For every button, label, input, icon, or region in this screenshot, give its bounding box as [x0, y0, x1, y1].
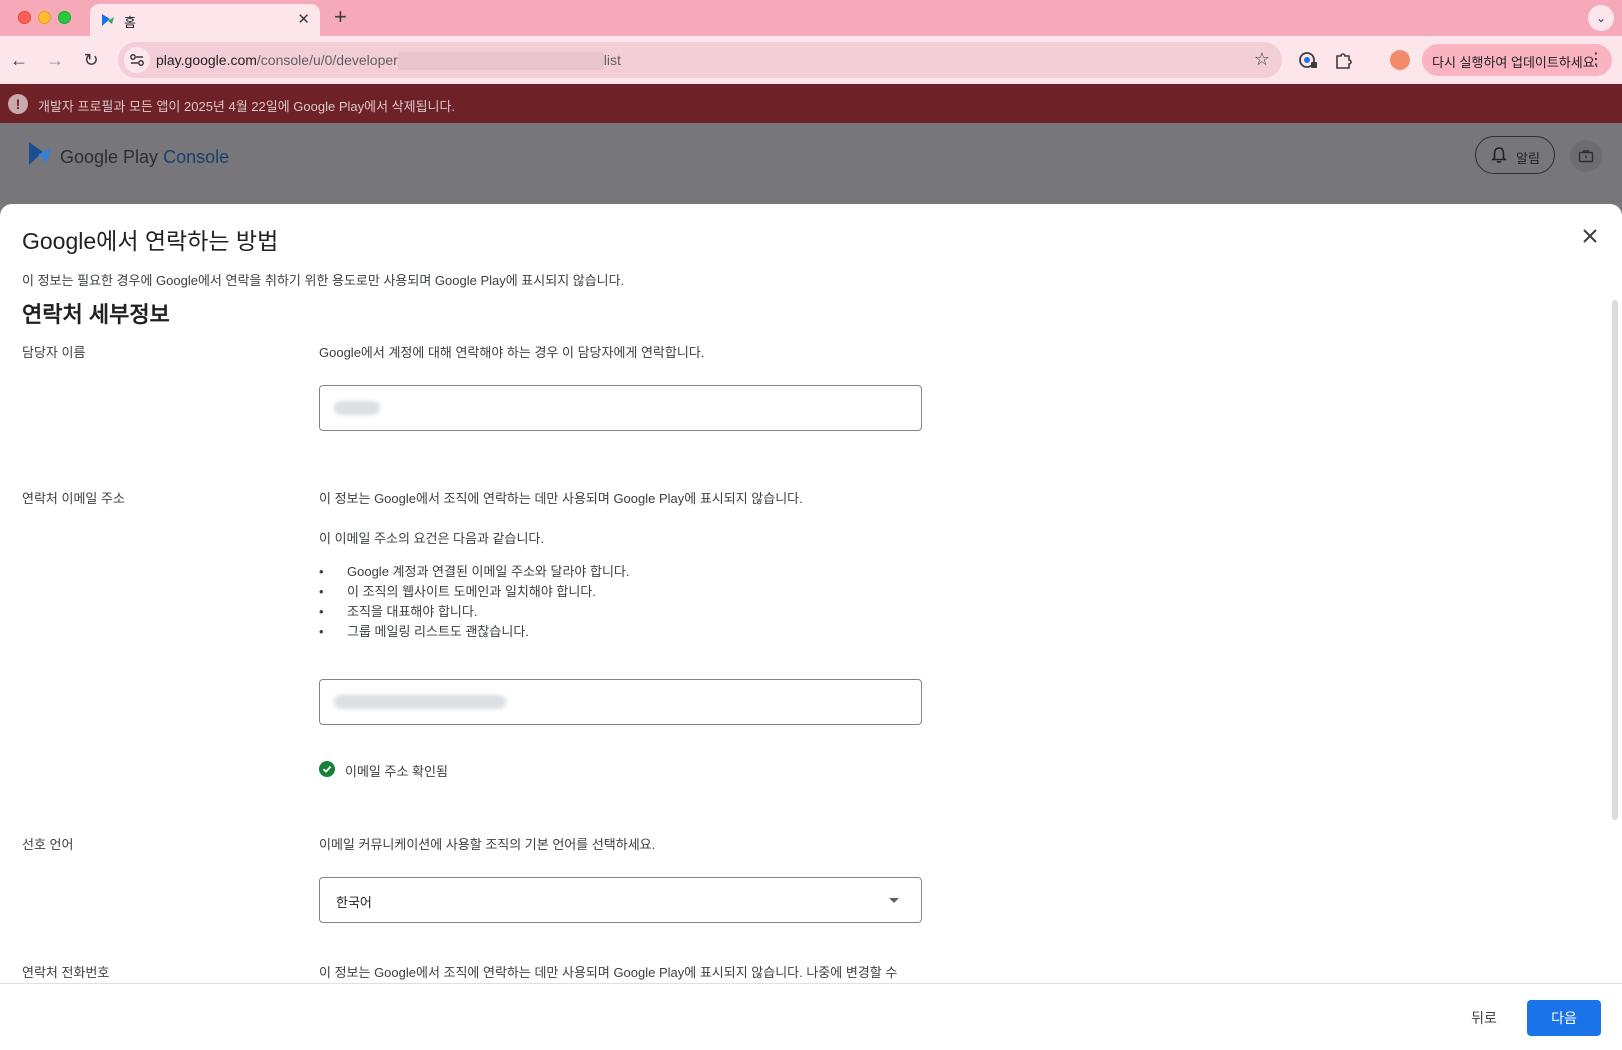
bookmark-star-icon[interactable]: ☆: [1254, 49, 1270, 70]
forward-arrow-icon[interactable]: →: [42, 47, 68, 73]
contact-name-description: Google에서 계정에 대해 연락해야 하는 경우 이 담당자에게 연락합니다…: [319, 345, 705, 360]
url-path-end: list: [603, 52, 621, 68]
redacted-value: [334, 401, 380, 415]
google-play-console-logo-icon: [29, 142, 51, 165]
url-text: play.google.com/console/u/0/developer lis…: [156, 52, 621, 71]
email-requirements-list: Google 계정과 연결된 이메일 주소와 달라야 합니다. 이 조직의 웹사…: [319, 562, 629, 642]
window-minimize-button[interactable]: [38, 11, 51, 24]
contact-email-input[interactable]: [319, 679, 922, 725]
tab-title: 홈: [124, 15, 136, 30]
bell-icon: [1491, 147, 1507, 163]
account-deletion-banner: ! 개발자 프로필과 모든 앱이 2025년 4월 22일에 Google Pl…: [0, 84, 1622, 123]
email-requirements-intro: 이 이메일 주소의 요건은 다음과 같습니다.: [319, 531, 544, 546]
preferred-language-select[interactable]: 한국어: [319, 877, 922, 923]
reload-icon[interactable]: ↻: [78, 47, 104, 73]
redacted-value: [334, 695, 506, 709]
tune-icon: [130, 54, 144, 66]
new-tab-button[interactable]: +: [334, 5, 347, 29]
address-bar[interactable]: play.google.com/console/u/0/developer lis…: [118, 42, 1282, 78]
dialog-subtitle: 이 정보는 필요한 경우에 Google에서 연락을 취하기 위한 용도로만 사…: [22, 273, 625, 288]
window-close-button[interactable]: [18, 11, 31, 24]
notifications-button[interactable]: 알림: [1475, 136, 1555, 174]
url-path-start: /console/u/0/developer: [256, 52, 398, 68]
alert-icon: !: [8, 94, 28, 114]
google-play-console-icon: [102, 14, 114, 26]
contact-email-label: 연락처 이메일 주소: [22, 491, 125, 506]
selected-language: 한국어: [336, 895, 372, 910]
dialog-title: Google에서 연락하는 방법: [22, 228, 279, 254]
contact-phone-label: 연락처 전화번호: [22, 965, 110, 980]
url-host: play.google.com: [156, 52, 257, 68]
console-header: Google Play Console 알림: [0, 123, 1622, 203]
back-button[interactable]: 뒤로: [1458, 1000, 1510, 1036]
extensions-puzzle-icon[interactable]: [1333, 49, 1355, 71]
window-zoom-button[interactable]: [58, 11, 71, 24]
verified-text: 이메일 주소 확인됨: [345, 764, 448, 779]
avatar: [1390, 50, 1410, 70]
dropdown-arrow-icon: [889, 898, 899, 903]
back-arrow-icon[interactable]: ←: [6, 47, 32, 73]
list-item: 조직을 대표해야 합니다.: [319, 602, 629, 622]
list-item: 이 조직의 웹사이트 도메인과 일치해야 합니다.: [319, 582, 629, 602]
section-title: 연락처 세부정보: [22, 302, 170, 327]
preferred-language-description: 이메일 커뮤니케이션에 사용할 조직의 기본 언어를 선택하세요.: [319, 837, 656, 852]
update-chrome-button[interactable]: 다시 실행하여 업데이트하세요. ⋮: [1422, 44, 1612, 76]
profile-avatar-button[interactable]: [1384, 46, 1416, 74]
contact-name-input[interactable]: [319, 385, 922, 431]
browser-tab-home[interactable]: 홈 ✕: [90, 4, 320, 36]
close-icon[interactable]: [1576, 222, 1604, 250]
brand-name: Google Play: [60, 147, 159, 167]
contact-email-description: 이 정보는 Google에서 조직에 연락하는 데만 사용되며 Google P…: [319, 491, 803, 506]
scrollbar[interactable]: [1612, 300, 1618, 820]
update-label: 다시 실행하여 업데이트하세요.: [1432, 55, 1599, 70]
google-play-console-wordmark[interactable]: Google Play Console: [60, 147, 229, 168]
tab-close-icon[interactable]: ✕: [297, 10, 310, 28]
account-switcher-button[interactable]: [1570, 140, 1602, 172]
url-redacted-segment: [397, 52, 604, 71]
check-circle-icon: [319, 761, 335, 777]
banner-text: 개발자 프로필과 모든 앱이 2025년 4월 22일에 Google Play…: [38, 99, 456, 114]
briefcase-icon: [1578, 150, 1594, 163]
next-button[interactable]: 다음: [1527, 1000, 1601, 1036]
dialog-footer: 뒤로 다음: [0, 983, 1622, 1050]
list-item: 그룹 메일링 리스트도 괜찮습니다.: [319, 622, 629, 642]
password-manager-extension-icon[interactable]: [1297, 49, 1319, 71]
notifications-label: 알림: [1516, 151, 1540, 166]
tab-search-button[interactable]: ⌄: [1588, 5, 1614, 31]
contact-phone-description: 이 정보는 Google에서 조직에 연락하는 데만 사용되며 Google P…: [319, 965, 898, 980]
kebab-menu-icon[interactable]: ⋮: [1588, 49, 1604, 69]
contact-details-dialog: Google에서 연락하는 방법 이 정보는 필요한 경우에 Google에서 …: [0, 204, 1622, 1050]
brand-product: Console: [163, 147, 230, 167]
browser-tab-strip: 홈 ✕ + ⌄: [0, 0, 1622, 36]
browser-toolbar: ← → ↻ play.google.com/console/u/0/develo…: [0, 36, 1622, 84]
preferred-language-label: 선호 언어: [22, 837, 74, 852]
site-info-button[interactable]: [124, 47, 150, 73]
list-item: Google 계정과 연결된 이메일 주소와 달라야 합니다.: [319, 562, 629, 582]
contact-name-label: 담당자 이름: [22, 345, 86, 360]
